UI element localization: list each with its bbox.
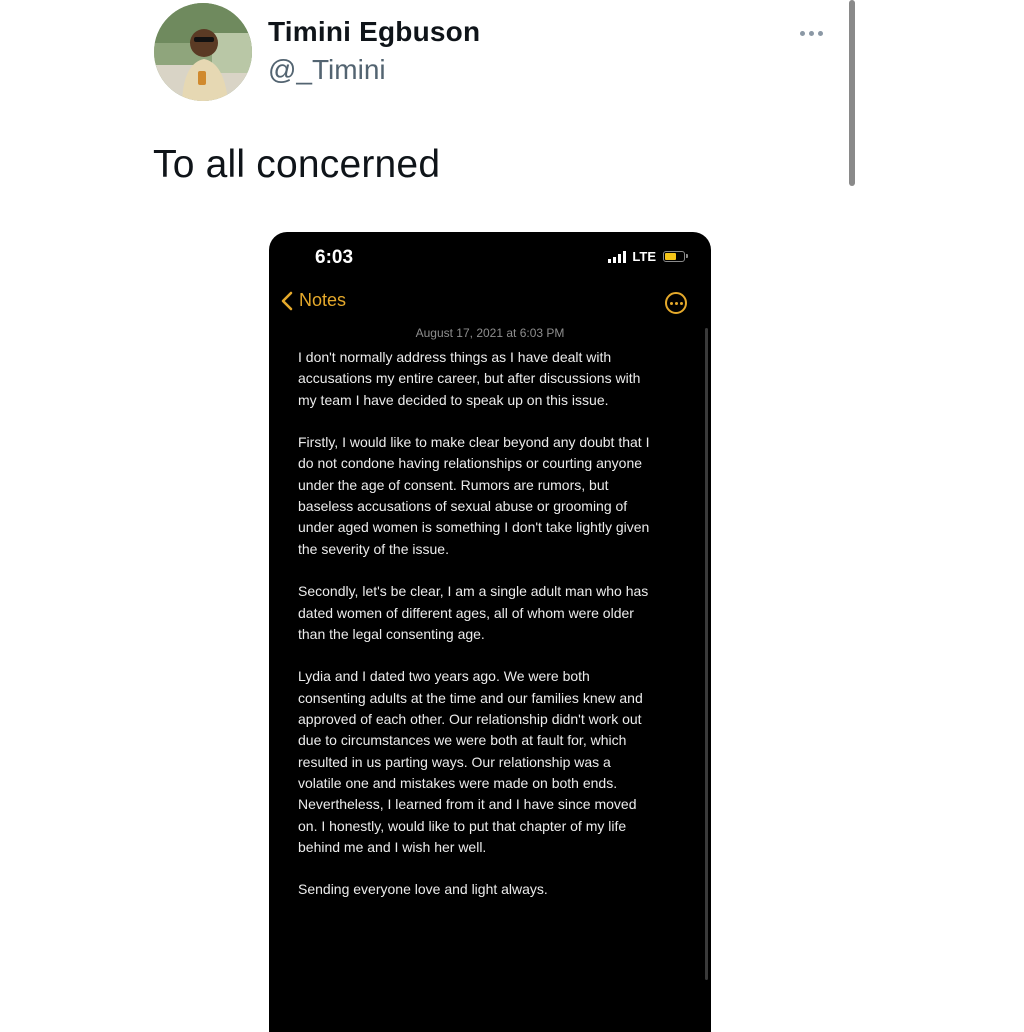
network-label: LTE <box>632 249 656 264</box>
signal-icon <box>608 250 627 263</box>
note-scrollbar[interactable] <box>705 328 708 980</box>
attached-image[interactable]: 6:03 LTE Notes August 17, 2021 at 6:03 P… <box>269 232 711 1032</box>
dot <box>817 30 823 36</box>
note-paragraph: Secondly, let's be clear, I am a single … <box>298 583 649 642</box>
back-button[interactable]: Notes <box>281 290 346 311</box>
battery-icon <box>663 251 688 262</box>
more-options-icon[interactable] <box>665 292 687 314</box>
avatar-photo <box>154 3 252 101</box>
note-paragraph: Firstly, I would like to make clear beyo… <box>298 434 650 557</box>
chevron-left-icon <box>281 291 293 310</box>
note-body: I don't normally address things as I hav… <box>298 347 698 922</box>
page-scrollbar[interactable] <box>849 0 855 186</box>
note-date: August 17, 2021 at 6:03 PM <box>415 326 565 340</box>
dot <box>799 30 805 36</box>
back-label: Notes <box>299 290 347 310</box>
dot <box>808 30 814 36</box>
status-time: 6:03 <box>315 247 354 268</box>
note-paragraph: Sending everyone love and light always. <box>298 881 548 898</box>
author-name[interactable]: Timini Egbuson <box>268 16 480 48</box>
ellipsis-icon[interactable] <box>795 26 827 40</box>
note-paragraph: Lydia and I dated two years ago. We were… <box>298 668 643 855</box>
status-indicators: LTE <box>608 249 688 264</box>
note-paragraph: I don't normally address things as I hav… <box>298 349 641 408</box>
author-handle[interactable]: @_Timini <box>268 54 386 86</box>
tweet-text: To all concerned <box>153 143 441 186</box>
avatar[interactable] <box>154 3 252 101</box>
